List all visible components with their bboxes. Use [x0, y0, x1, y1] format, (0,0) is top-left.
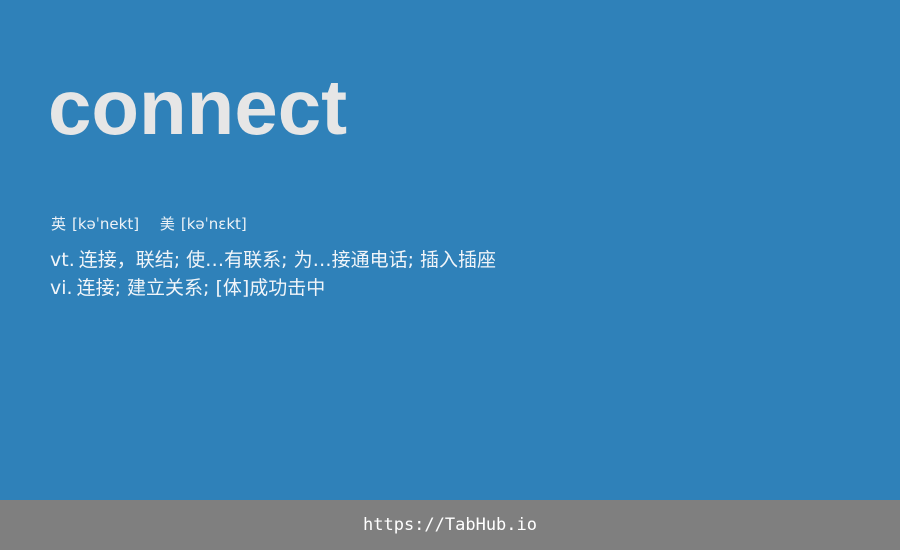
phonetic-uk-label: 英 — [51, 215, 67, 233]
word-card: connect 英 [kəˈnekt] 美 [kəˈnɛkt] vt. 连接，联结; … — [0, 0, 900, 500]
definition-text: 连接，联结; 使…有联系; 为…接通电话; 插入插座 — [78, 249, 497, 271]
definition-pos: vi. — [50, 277, 73, 299]
definitions: vt. 连接，联结; 使…有联系; 为…接通电话; 插入插座 vi. 连接; 建立关… — [50, 246, 496, 302]
phonetic-uk-ipa: [kəˈnekt] — [72, 215, 140, 233]
definition-line: vt. 连接，联结; 使…有联系; 为…接通电话; 插入插座 — [50, 246, 496, 274]
footer-bar: https://TabHub.io — [0, 500, 900, 550]
definition-pos: vt. — [50, 249, 75, 271]
phonetic-us: 美 [kəˈnɛkt] — [160, 213, 247, 234]
phonetic-us-ipa: [kəˈnɛkt] — [180, 215, 247, 233]
phonetic-uk: 英 [kəˈnekt] — [51, 213, 139, 234]
phonetic-us-label: 美 — [159, 215, 175, 233]
headword: connect — [48, 63, 348, 151]
phonetics-row: 英 [kəˈnekt] 美 [kəˈnɛkt] — [51, 213, 263, 234]
definition-text: 连接; 建立关系; [体]成功击中 — [76, 277, 326, 299]
footer-link[interactable]: https://TabHub.io — [363, 515, 537, 535]
definition-line: vi. 连接; 建立关系; [体]成功击中 — [50, 274, 496, 302]
